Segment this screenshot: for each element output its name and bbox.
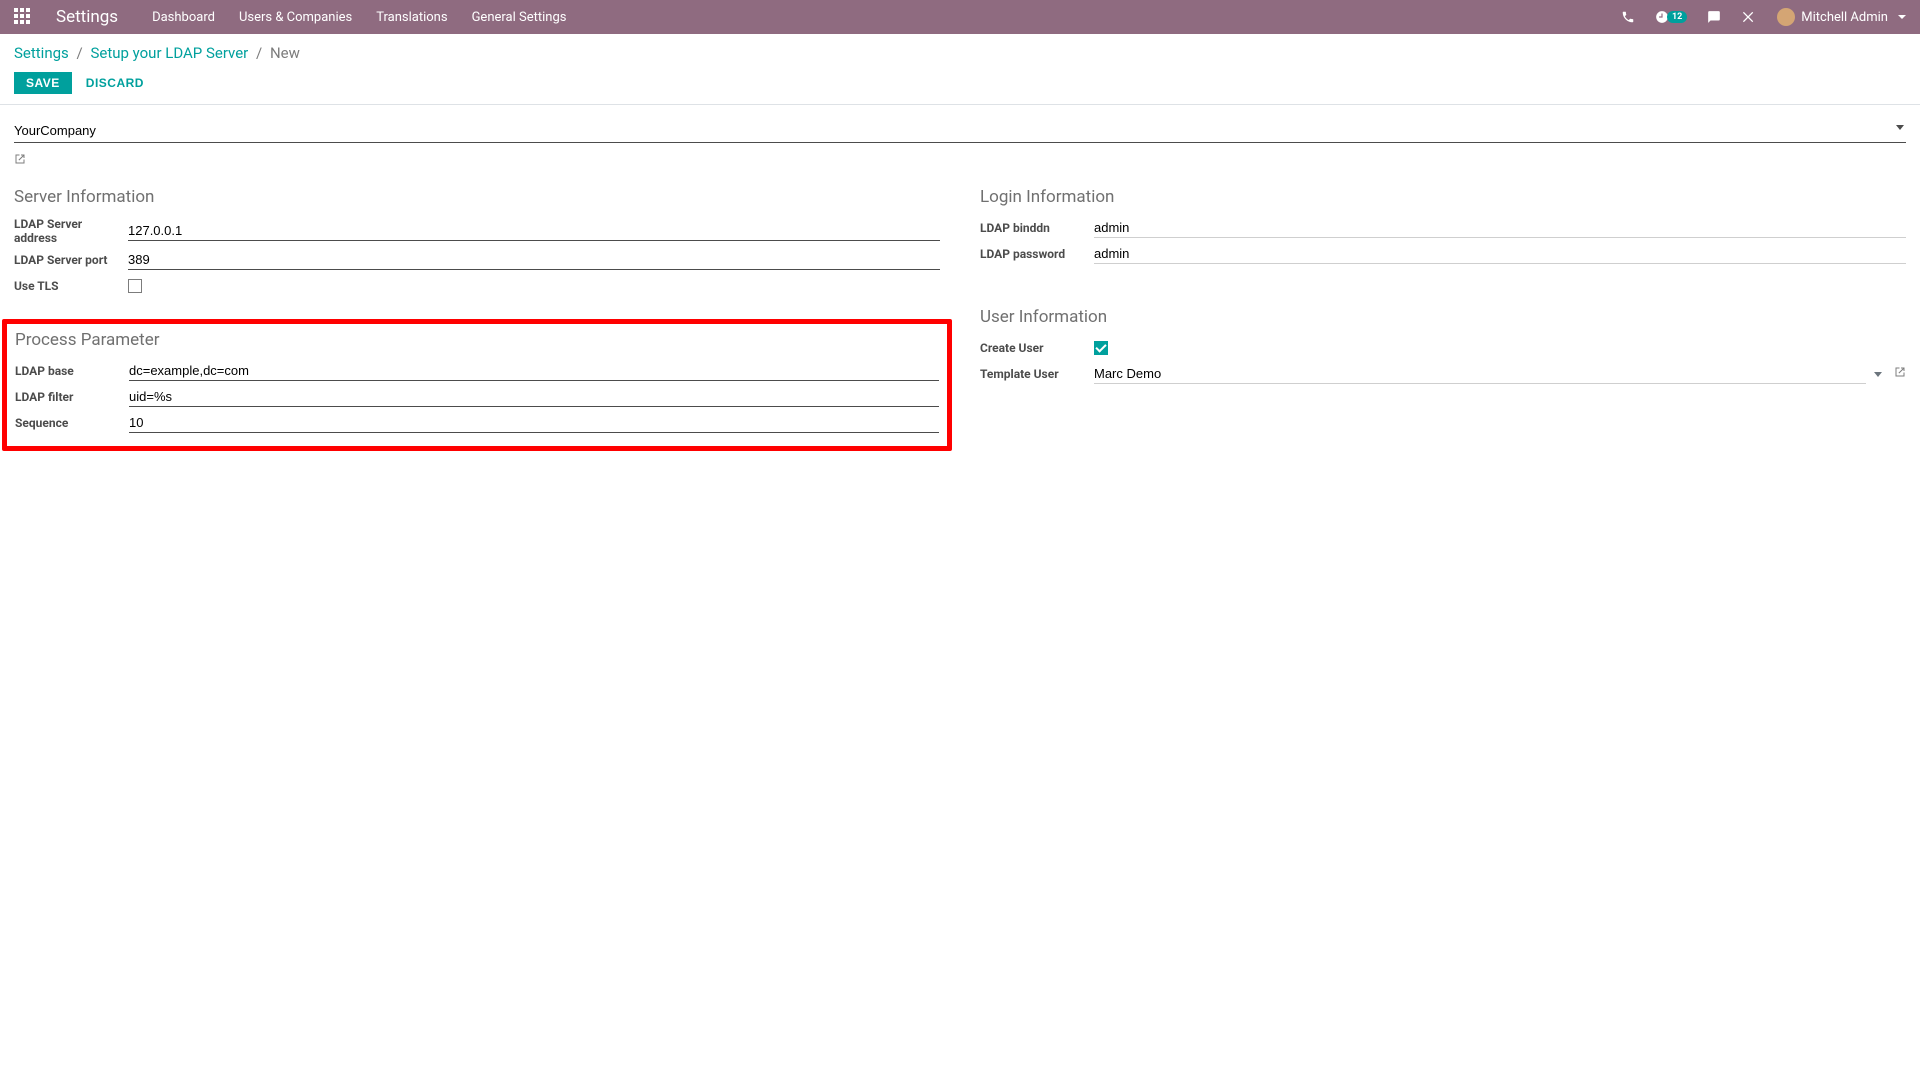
apps-icon[interactable] bbox=[14, 8, 32, 26]
field-password: LDAP password bbox=[980, 243, 1906, 265]
company-input[interactable] bbox=[14, 119, 1906, 143]
ldap-base-input[interactable] bbox=[129, 361, 939, 381]
chevron-down-icon bbox=[1898, 15, 1906, 19]
ldap-filter-label: LDAP filter bbox=[15, 390, 129, 404]
create-user-label: Create User bbox=[980, 341, 1094, 355]
activity-badge: 12 bbox=[1667, 11, 1687, 23]
field-binddn: LDAP binddn bbox=[980, 217, 1906, 239]
user-info-title: User Information bbox=[980, 307, 1906, 327]
menu-dashboard[interactable]: Dashboard bbox=[152, 10, 215, 25]
password-label: LDAP password bbox=[980, 247, 1094, 261]
left-column: Server Information LDAP Server address L… bbox=[14, 187, 940, 451]
sequence-label: Sequence bbox=[15, 416, 129, 430]
field-use-tls: Use TLS bbox=[14, 275, 940, 297]
menu-users-companies[interactable]: Users & Companies bbox=[239, 10, 352, 25]
phone-icon[interactable] bbox=[1621, 10, 1635, 24]
breadcrumb-mid[interactable]: Setup your LDAP Server bbox=[90, 44, 248, 62]
save-button[interactable]: SAVE bbox=[14, 72, 72, 94]
use-tls-checkbox[interactable] bbox=[128, 279, 142, 293]
field-create-user: Create User bbox=[980, 337, 1906, 359]
template-user-label: Template User bbox=[980, 367, 1094, 381]
process-parameter-highlight: Process Parameter LDAP base LDAP filter … bbox=[2, 319, 952, 451]
user-menu[interactable]: Mitchell Admin bbox=[1777, 8, 1906, 26]
ldap-port-input[interactable] bbox=[128, 250, 940, 270]
ldap-port-label: LDAP Server port bbox=[14, 253, 128, 267]
field-template-user: Template User bbox=[980, 363, 1906, 385]
binddn-input[interactable] bbox=[1094, 218, 1906, 238]
company-field bbox=[14, 119, 1906, 143]
field-ldap-base: LDAP base bbox=[15, 360, 939, 382]
topbar: Settings Dashboard Users & Companies Tra… bbox=[0, 0, 1920, 34]
action-buttons: SAVE DISCARD bbox=[14, 72, 1906, 94]
app-title: Settings bbox=[56, 7, 118, 27]
ldap-address-label: LDAP Server address bbox=[14, 217, 128, 245]
menu-general-settings[interactable]: General Settings bbox=[472, 10, 567, 25]
create-user-checkbox[interactable] bbox=[1094, 341, 1108, 355]
binddn-label: LDAP binddn bbox=[980, 221, 1094, 235]
breadcrumb-root[interactable]: Settings bbox=[14, 44, 69, 62]
login-info-title: Login Information bbox=[980, 187, 1906, 207]
process-title: Process Parameter bbox=[15, 330, 939, 350]
template-user-input[interactable] bbox=[1094, 364, 1866, 384]
activity-icon[interactable]: 12 bbox=[1655, 10, 1687, 24]
ldap-base-label: LDAP base bbox=[15, 364, 129, 378]
menu-translations[interactable]: Translations bbox=[376, 10, 447, 25]
topbar-right: 12 Mitchell Admin bbox=[1621, 8, 1906, 26]
form-sheet: Server Information LDAP Server address L… bbox=[0, 105, 1920, 481]
user-name: Mitchell Admin bbox=[1801, 10, 1888, 25]
right-column: Login Information LDAP binddn LDAP passw… bbox=[980, 187, 1906, 451]
external-link-icon[interactable] bbox=[14, 153, 26, 169]
chevron-down-icon bbox=[1874, 372, 1882, 377]
server-info-title: Server Information bbox=[14, 187, 940, 207]
control-panel: Settings / Setup your LDAP Server / New … bbox=[0, 34, 1920, 94]
messages-icon[interactable] bbox=[1707, 10, 1721, 24]
use-tls-label: Use TLS bbox=[14, 279, 128, 293]
top-menu: Dashboard Users & Companies Translations… bbox=[152, 10, 566, 25]
external-link-icon[interactable] bbox=[1894, 366, 1906, 382]
breadcrumb-current: New bbox=[270, 44, 300, 62]
password-input[interactable] bbox=[1094, 244, 1906, 264]
ldap-address-input[interactable] bbox=[128, 221, 940, 241]
breadcrumb: Settings / Setup your LDAP Server / New bbox=[14, 44, 1906, 62]
columns: Server Information LDAP Server address L… bbox=[14, 187, 1906, 451]
field-ldap-address: LDAP Server address bbox=[14, 217, 940, 245]
sequence-input[interactable] bbox=[129, 413, 939, 433]
discard-button[interactable]: DISCARD bbox=[86, 76, 144, 90]
close-icon[interactable] bbox=[1741, 9, 1757, 25]
ldap-filter-input[interactable] bbox=[129, 387, 939, 407]
avatar bbox=[1777, 8, 1795, 26]
field-ldap-filter: LDAP filter bbox=[15, 386, 939, 408]
field-ldap-port: LDAP Server port bbox=[14, 249, 940, 271]
field-sequence: Sequence bbox=[15, 412, 939, 434]
